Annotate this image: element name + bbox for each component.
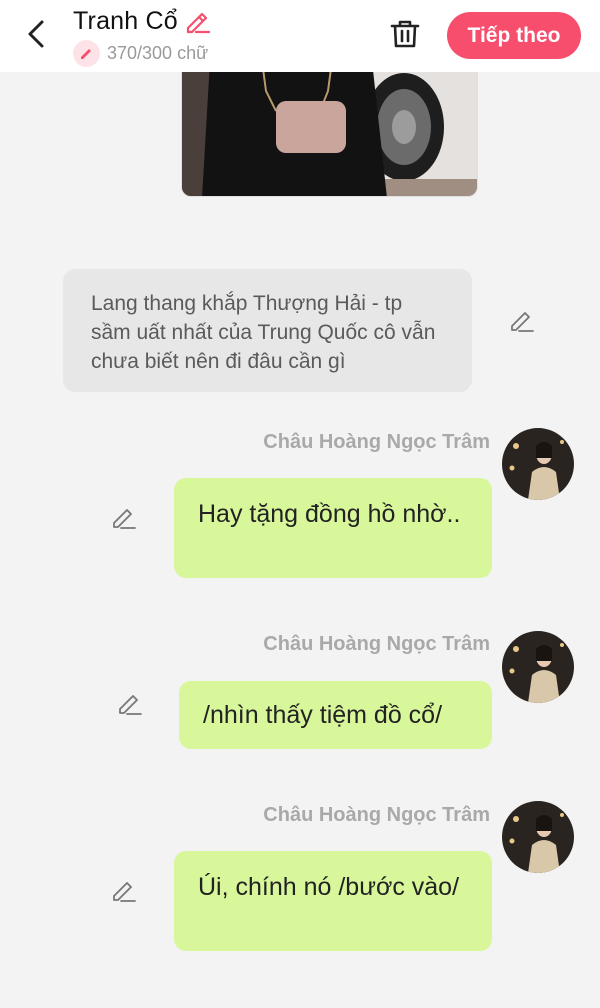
pencil-icon <box>511 312 534 332</box>
char-count: 370/300 chữ <box>73 40 208 67</box>
avatar[interactable] <box>502 801 574 873</box>
pencil-icon <box>186 12 210 34</box>
pencil-icon <box>113 882 136 902</box>
narration-box: Lang thang khắp Thượng Hải - tp sầm uất … <box>63 269 472 392</box>
message-bubble[interactable]: /nhìn thấy tiệm đồ cổ/ <box>179 681 492 749</box>
pencil-icon <box>119 695 142 715</box>
photo-message[interactable] <box>181 60 478 197</box>
pencil-icon <box>113 509 136 529</box>
sender-name: Châu Hoàng Ngọc Trâm <box>263 804 490 826</box>
story-title: Tranh Cổ <box>73 6 178 35</box>
message-bubble[interactable]: Úi, chính nó /bước vào/ <box>174 851 492 951</box>
char-count-text: 370/300 chữ <box>107 43 209 63</box>
sender-name: Châu Hoàng Ngọc Trâm <box>263 431 490 453</box>
edit-message-button[interactable] <box>107 874 139 906</box>
edit-message-button[interactable] <box>107 501 139 533</box>
delete-button[interactable] <box>386 16 424 52</box>
sender-name: Châu Hoàng Ngọc Trâm <box>263 633 490 655</box>
edit-title-button[interactable] <box>182 6 212 36</box>
title-row: Tranh Cổ <box>73 6 212 36</box>
edit-message-button[interactable] <box>113 687 145 719</box>
pencil-icon <box>81 49 91 59</box>
back-arrow-icon <box>28 20 44 48</box>
avatar[interactable] <box>502 631 574 703</box>
trash-icon <box>390 20 420 48</box>
top-bar: Tranh Cổ 370/300 chữ Tiếp theo <box>0 0 600 72</box>
avatar[interactable] <box>502 428 574 500</box>
edit-narration-button[interactable] <box>505 304 537 336</box>
message-bubble[interactable]: Hay tặng đồng hồ nhờ.. <box>174 478 492 578</box>
count-badge <box>73 40 100 67</box>
back-button[interactable] <box>18 14 54 54</box>
next-button[interactable]: Tiếp theo <box>447 12 581 59</box>
